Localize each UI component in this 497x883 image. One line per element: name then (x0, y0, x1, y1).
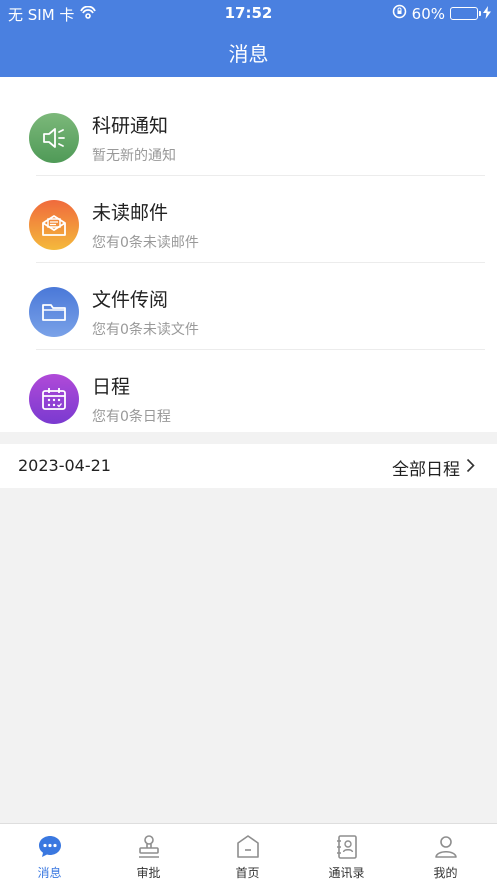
schedule-bar: 2023-04-21 全部日程 (0, 444, 497, 488)
tab-messages[interactable]: 消息 (0, 824, 99, 883)
schedule-date: 2023-04-21 (18, 456, 111, 475)
message-title: 未读邮件 (92, 202, 169, 224)
status-bar: 无 SIM 卡 17:52 60% (0, 0, 497, 26)
message-item-schedule[interactable]: 日程 您有0条日程 (0, 350, 497, 437)
tab-approval[interactable]: 审批 (99, 824, 198, 883)
nav-bar: 消息 (0, 26, 497, 77)
tab-contacts[interactable]: 通讯录 (297, 824, 396, 883)
home-icon (234, 833, 262, 861)
message-subtitle: 您有0条日程 (92, 409, 171, 425)
tab-mine[interactable]: 我的 (396, 824, 495, 883)
message-title: 日程 (92, 376, 131, 398)
person-icon (432, 833, 460, 861)
message-item-research-notice[interactable]: 科研通知 暂无新的通知 (0, 89, 497, 176)
message-item-file-circulation[interactable]: 文件传阅 您有0条未读文件 (0, 263, 497, 350)
all-schedule-label: 全部日程 (392, 460, 460, 480)
contacts-icon (333, 833, 361, 861)
orientation-lock-icon (392, 4, 407, 23)
folder-icon (29, 287, 79, 337)
message-title: 文件传阅 (92, 289, 169, 311)
all-schedule-button[interactable]: 全部日程 (392, 455, 475, 480)
tab-label: 首页 (235, 866, 260, 880)
tab-label: 通讯录 (328, 866, 365, 880)
stamp-icon (135, 833, 163, 861)
calendar-icon (29, 374, 79, 424)
message-list: 科研通知 暂无新的通知 未读邮件 您有0条未读邮件 文件传阅 您有0条未读文件 … (0, 77, 497, 432)
page-title: 消息 (228, 42, 269, 66)
speaker-icon (29, 113, 79, 163)
battery-icon (450, 7, 481, 20)
tab-label: 我的 (433, 866, 458, 880)
message-subtitle: 暂无新的通知 (92, 148, 176, 164)
message-subtitle: 您有0条未读邮件 (92, 235, 199, 251)
tab-label: 消息 (37, 866, 62, 880)
tab-label: 审批 (136, 866, 161, 880)
charging-icon (483, 5, 491, 23)
message-subtitle: 您有0条未读文件 (92, 322, 199, 338)
message-title: 科研通知 (92, 115, 169, 137)
mail-icon (29, 200, 79, 250)
tab-bar: 消息 审批 首页 通讯录 我的 (0, 823, 497, 883)
status-right: 60% (392, 4, 491, 23)
message-item-unread-mail[interactable]: 未读邮件 您有0条未读邮件 (0, 176, 497, 263)
tab-home[interactable]: 首页 (198, 824, 297, 883)
battery-percent: 60% (411, 4, 445, 23)
chevron-right-icon (466, 458, 475, 478)
chat-bubble-icon (36, 833, 64, 861)
